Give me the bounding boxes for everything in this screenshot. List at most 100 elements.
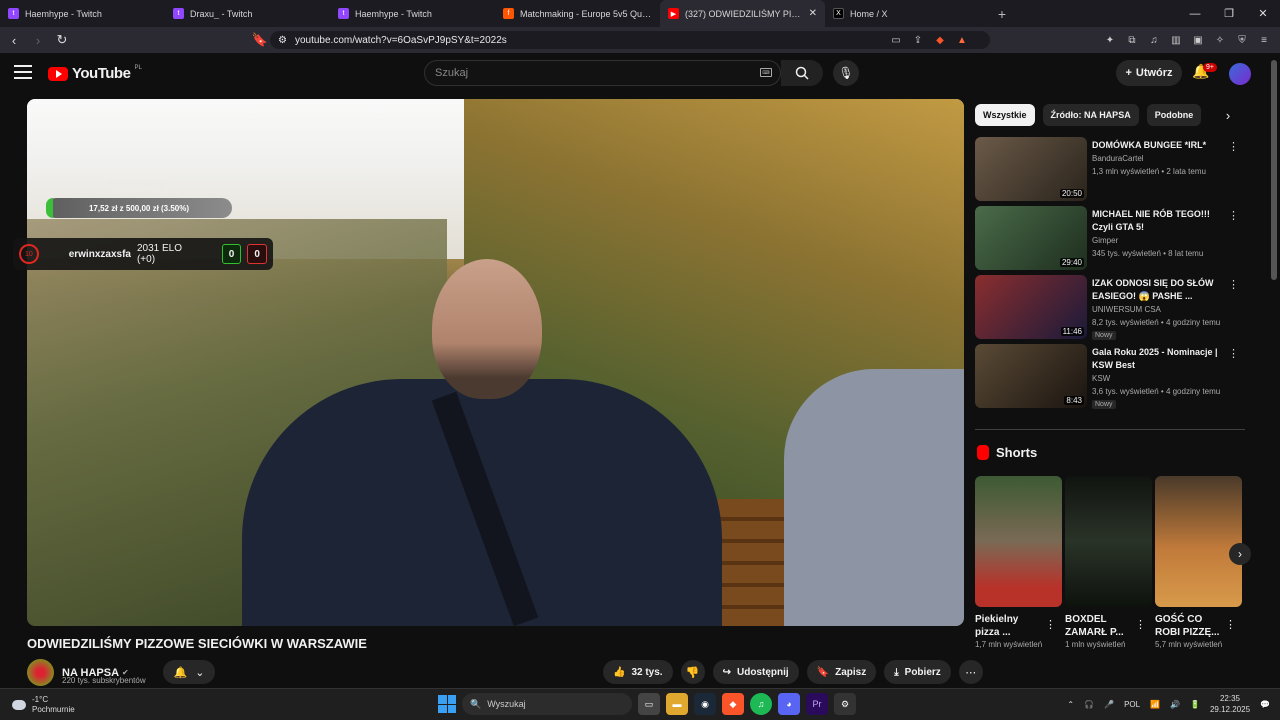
search-icon — [795, 66, 809, 80]
more-vert-icon[interactable]: ⋮ — [1228, 347, 1239, 360]
short-item[interactable]: GOŚĆ CO ROBI PIZZĘ... 5,7 mln wyświetleń… — [1155, 476, 1242, 650]
more-actions-button[interactable]: ⋯ — [958, 660, 983, 684]
bookmark-icon[interactable]: 🔖 — [250, 30, 270, 50]
video-player[interactable] — [27, 99, 964, 626]
notification-center-icon[interactable]: 💬 — [1260, 700, 1270, 709]
list-item[interactable]: 11:46 IZAK ODNOSI SIĘ DO SŁÓW EASIEGO! 😱… — [975, 275, 1245, 343]
browser-tab[interactable]: X Home / X — [825, 0, 990, 27]
address-bar[interactable]: ⚙ youtube.com/watch?v=6OaSvPJ9pSY&t=2022… — [270, 31, 990, 49]
subscription-bell-button[interactable]: 🔔 ⌄ — [163, 660, 215, 684]
video-thumbnail[interactable]: 29:40 — [975, 206, 1087, 270]
volume-icon[interactable]: 🔊 — [1170, 700, 1180, 709]
video-thumbnail[interactable]: 8:43 — [975, 344, 1087, 408]
cast-icon[interactable]: ▭ — [888, 30, 904, 50]
weather-widget[interactable]: -1°C Pochmurnie — [12, 695, 75, 715]
browser-tab[interactable]: f Matchmaking - Europe 5v5 Queue - — [495, 0, 660, 27]
short-thumbnail[interactable] — [975, 476, 1062, 607]
minimize-icon[interactable]: — — [1178, 0, 1212, 27]
browser-tab[interactable]: t Haemhype - Twitch — [330, 0, 495, 27]
rewards-icon[interactable]: ▲ — [954, 30, 970, 50]
share-icon[interactable]: ⇪ — [910, 30, 926, 50]
sidebar-icon[interactable]: ▥ — [1168, 30, 1184, 50]
music-icon[interactable]: ♫ — [1146, 30, 1162, 50]
windows-start-icon[interactable] — [438, 695, 456, 713]
like-button[interactable]: 👍 32 tys. — [603, 660, 673, 684]
more-vert-icon[interactable]: ⋮ — [1228, 209, 1239, 222]
chip-related[interactable]: Podobne — [1146, 104, 1202, 126]
keyboard-icon[interactable]: ⌨ — [760, 68, 772, 77]
more-vert-icon[interactable]: ⋮ — [1228, 278, 1239, 291]
chip-channel[interactable]: Źródło: NA HAPSA — [1042, 104, 1139, 126]
video-thumbnail[interactable]: 11:46 — [975, 275, 1087, 339]
thumbs-up-icon: 👍 — [613, 666, 626, 678]
brave-shield-icon[interactable]: ◆ — [932, 30, 948, 50]
browser-tab[interactable]: t Draxu_ - Twitch — [165, 0, 330, 27]
list-item[interactable]: 8:43 Gala Roku 2025 - Nominacje | KSW Be… — [975, 344, 1245, 412]
hamburger-menu-icon[interactable] — [14, 65, 32, 79]
short-thumbnail[interactable] — [1065, 476, 1152, 607]
voice-search-icon[interactable]: 🎙 — [833, 60, 859, 86]
more-vert-icon[interactable]: ⋮ — [1045, 618, 1056, 631]
wallet-icon[interactable]: ▣ — [1190, 30, 1206, 50]
new-badge: Nowy — [1092, 400, 1116, 409]
more-vert-icon[interactable]: ⋮ — [1228, 140, 1239, 153]
browser-tab-active[interactable]: ▶(327) ODWIEDZILIŚMY PIZZOWE✕ — [660, 0, 825, 27]
maximize-icon[interactable]: ❐ — [1212, 0, 1246, 27]
spotify-icon[interactable]: ♫ — [750, 693, 772, 715]
short-item[interactable]: Piekielny pizza ... 1,7 mln wyświetleń ⋮ — [975, 476, 1062, 650]
wifi-icon[interactable]: 📶 — [1150, 700, 1160, 709]
dislike-button[interactable]: 👎 — [680, 660, 705, 684]
chevron-up-icon[interactable]: ⌃ — [1067, 700, 1074, 709]
extensions-icon[interactable]: ✦ — [1102, 30, 1118, 50]
list-item[interactable]: 20:50 DOMÓWKA BUNGEE *IRL* BanduraCartel… — [975, 137, 1245, 205]
thumbs-down-icon: 👎 — [685, 666, 700, 679]
new-tab-button[interactable]: + — [990, 6, 1014, 22]
youtube-logo[interactable]: YouTube PL — [48, 65, 142, 82]
account-avatar[interactable] — [1229, 63, 1251, 85]
chip-all[interactable]: Wszystkie — [975, 104, 1035, 126]
forward-icon[interactable]: › — [28, 30, 48, 50]
task-view-icon[interactable]: ▭ — [638, 693, 660, 715]
battery-icon[interactable]: 🔋 — [1190, 700, 1200, 709]
leo-icon[interactable]: ✧ — [1212, 30, 1228, 50]
share-icon: ↪ — [722, 666, 731, 678]
chevron-right-icon[interactable]: › — [1229, 543, 1251, 565]
video-thumbnail[interactable]: 20:50 — [975, 137, 1087, 201]
site-info-icon[interactable]: ⚙ — [278, 35, 287, 46]
headset-icon[interactable]: 🎧 — [1084, 700, 1094, 709]
create-button[interactable]: + Utwórz — [1116, 60, 1182, 86]
settings-icon[interactable]: ⚙ — [834, 693, 856, 715]
vpn-icon[interactable]: ⛨ — [1234, 30, 1250, 50]
file-explorer-icon[interactable]: ▬ — [666, 693, 688, 715]
download-button[interactable]: ⤓ Pobierz — [884, 660, 951, 684]
more-vert-icon[interactable]: ⋮ — [1135, 618, 1146, 631]
share-button[interactable]: ↪ Udostępnij — [712, 660, 799, 684]
discord-icon[interactable]: ◕ — [778, 693, 800, 715]
list-item[interactable]: 29:40 MICHAEL NIE RÓB TEGO!!! Czyli GTA … — [975, 206, 1245, 274]
close-tab-icon[interactable]: ✕ — [809, 8, 817, 19]
close-window-icon[interactable]: ✕ — [1246, 0, 1280, 27]
more-vert-icon[interactable]: ⋮ — [1225, 618, 1236, 631]
subscriber-count: 220 tys. subskrybentów — [62, 676, 146, 685]
reload-icon[interactable]: ↻ — [52, 30, 72, 50]
steam-icon[interactable]: ◉ — [694, 693, 716, 715]
premiere-icon[interactable]: Pr — [806, 693, 828, 715]
microphone-icon[interactable]: 🎤 — [1104, 700, 1114, 709]
menu-icon[interactable]: ≡ — [1256, 30, 1272, 50]
extensions: ▭ ⇪ ◆ ▲ ✦ ⧉ ♫ ▥ ▣ ✧ ⛨ ≡ — [888, 30, 1272, 50]
search-input[interactable]: Szukaj ⌨ — [424, 60, 781, 86]
save-button[interactable]: 🔖 Zapisz — [806, 660, 877, 684]
short-thumbnail[interactable] — [1155, 476, 1242, 607]
search-button[interactable] — [781, 60, 823, 86]
back-icon[interactable]: ‹ — [4, 30, 24, 50]
browser-tab[interactable]: t Haemhype - Twitch — [0, 0, 165, 27]
x-icon: X — [833, 8, 844, 19]
short-item[interactable]: BOXDEL ZAMARŁ P... 1 mln wyświetleń ⋮ — [1065, 476, 1152, 650]
screenshot-icon[interactable]: ⧉ — [1124, 30, 1140, 50]
channel-avatar[interactable] — [27, 659, 54, 686]
clock[interactable]: 22:35 29.12.2025 — [1210, 693, 1250, 715]
chevron-right-icon[interactable]: › — [1218, 105, 1238, 125]
taskbar-search[interactable]: 🔍 Wyszukaj — [462, 693, 632, 715]
scrollbar[interactable] — [1271, 60, 1277, 280]
brave-icon[interactable]: ◆ — [722, 693, 744, 715]
